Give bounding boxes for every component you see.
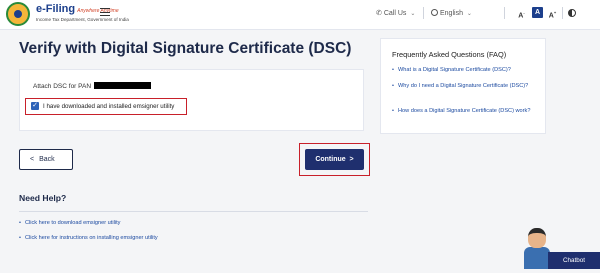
dsc-attach-card: Attach DSC for PAN ✓ I have downloaded a…	[19, 69, 364, 131]
font-decrease-button[interactable]: A-	[516, 7, 527, 19]
faq-link[interactable]: How does a Digital Signature Certificate…	[392, 107, 542, 115]
faq-link[interactable]: What is a Digital Signature Certificate …	[392, 66, 542, 74]
chevron-left-icon: <	[30, 156, 35, 163]
chevron-down-icon: ⌄	[410, 11, 416, 17]
brand-tagline: Anywhere Anytime	[77, 8, 119, 14]
faq-link[interactable]: Why do I need a Digital Signature Certif…	[392, 82, 542, 90]
emsigner-checkbox-label[interactable]: I have downloaded and installed emsigner…	[43, 103, 174, 110]
hamburger-menu-icon[interactable]	[100, 8, 110, 16]
download-emsigner-link[interactable]: Click here to download emsigner utility	[19, 220, 120, 226]
chevron-down-icon: ⌄	[466, 11, 472, 17]
emsigner-instructions-link[interactable]: Click here for instructions on installin…	[19, 235, 158, 241]
header-divider	[423, 7, 424, 19]
emsigner-checkbox-row[interactable]: ✓ I have downloaded and installed emsign…	[25, 98, 187, 115]
continue-label: Continue	[315, 156, 346, 163]
phone-icon: ✆	[376, 10, 382, 17]
faq-panel: Frequently Asked Questions (FAQ) What is…	[380, 38, 546, 134]
chatbot-button[interactable]: Chatbot	[548, 252, 600, 269]
pan-label: Attach DSC for PAN	[33, 82, 151, 90]
call-us-label: Call Us	[383, 10, 407, 17]
chatbot-avatar-icon	[528, 228, 546, 248]
language-label: English	[440, 10, 463, 17]
govt-emblem-logo[interactable]	[6, 2, 30, 26]
contrast-toggle-icon[interactable]	[568, 9, 576, 17]
emsigner-checkbox[interactable]: ✓	[31, 102, 39, 110]
top-header: e-Filing Anywhere Anytime Income Tax Depa…	[0, 0, 600, 30]
need-help-heading: Need Help?	[19, 193, 67, 203]
faq-title: Frequently Asked Questions (FAQ)	[392, 50, 507, 59]
pan-label-text: Attach DSC for PAN	[33, 83, 92, 90]
brand-title-text: e-Filing	[36, 3, 76, 15]
page-title: Verify with Digital Signature Certificat…	[19, 40, 352, 57]
brand-subtitle: Income Tax Department, Government of Ind…	[36, 17, 129, 22]
font-normal-button[interactable]: A	[532, 7, 543, 18]
chatbot-avatar-body	[524, 247, 550, 269]
chatbot-widget[interactable]: Chatbot	[524, 228, 600, 273]
section-divider	[19, 211, 368, 212]
chevron-right-icon: >	[347, 156, 354, 163]
continue-button[interactable]: Continue >	[305, 149, 364, 170]
header-divider	[562, 7, 563, 19]
language-dropdown[interactable]: English ⌄	[431, 9, 472, 17]
back-label: Back	[39, 156, 55, 163]
back-button[interactable]: < Back	[19, 149, 73, 170]
header-divider	[504, 7, 505, 19]
call-us-dropdown[interactable]: ✆ Call Us ⌄	[376, 9, 415, 17]
pan-redaction	[93, 82, 151, 89]
globe-icon	[431, 9, 438, 16]
font-increase-button[interactable]: A+	[547, 7, 558, 19]
